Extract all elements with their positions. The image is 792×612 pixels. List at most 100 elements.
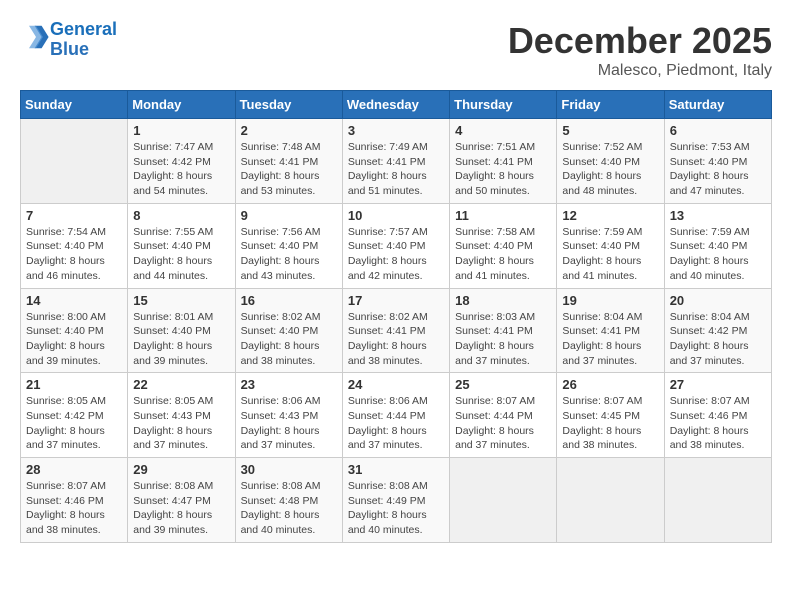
day-number: 11 bbox=[455, 208, 551, 223]
day-info: Sunrise: 7:59 AM Sunset: 4:40 PM Dayligh… bbox=[562, 225, 658, 284]
day-number: 31 bbox=[348, 462, 444, 477]
day-number: 20 bbox=[670, 293, 766, 308]
week-row-5: 28 Sunrise: 8:07 AM Sunset: 4:46 PM Dayli… bbox=[21, 458, 772, 543]
day-number: 17 bbox=[348, 293, 444, 308]
day-info: Sunrise: 7:48 AM Sunset: 4:41 PM Dayligh… bbox=[241, 140, 337, 199]
day-info: Sunrise: 7:57 AM Sunset: 4:40 PM Dayligh… bbox=[348, 225, 444, 284]
day-info: Sunrise: 8:06 AM Sunset: 4:43 PM Dayligh… bbox=[241, 394, 337, 453]
calendar-cell: 19Sunrise: 8:04 AM Sunset: 4:41 PM Dayli… bbox=[557, 288, 664, 373]
calendar-cell: 28 Sunrise: 8:07 AM Sunset: 4:46 PM Dayli… bbox=[21, 458, 128, 543]
title-block: December 2025 Malesco, Piedmont, Italy bbox=[508, 20, 772, 80]
day-info: Sunrise: 7:56 AM Sunset: 4:40 PM Dayligh… bbox=[241, 225, 337, 284]
day-info: Sunrise: 8:02 AM Sunset: 4:41 PM Dayligh… bbox=[348, 310, 444, 369]
day-info: Sunrise: 8:08 AM Sunset: 4:49 PM Dayligh… bbox=[348, 479, 444, 538]
day-info: Sunrise: 7:52 AM Sunset: 4:40 PM Dayligh… bbox=[562, 140, 658, 199]
day-number: 9 bbox=[241, 208, 337, 223]
week-row-3: 14 Sunrise: 8:00 AM Sunset: 4:40 PM Dayli… bbox=[21, 288, 772, 373]
logo-icon bbox=[22, 23, 50, 51]
calendar-cell: 5Sunrise: 7:52 AM Sunset: 4:40 PM Daylig… bbox=[557, 119, 664, 204]
day-info: Sunrise: 7:59 AM Sunset: 4:40 PM Dayligh… bbox=[670, 225, 766, 284]
day-number: 8 bbox=[133, 208, 229, 223]
calendar-cell: 14 Sunrise: 8:00 AM Sunset: 4:40 PM Dayli… bbox=[21, 288, 128, 373]
calendar-cell: 4Sunrise: 7:51 AM Sunset: 4:41 PM Daylig… bbox=[450, 119, 557, 204]
calendar-cell: 12Sunrise: 7:59 AM Sunset: 4:40 PM Dayli… bbox=[557, 203, 664, 288]
weekday-header-thursday: Thursday bbox=[450, 91, 557, 119]
day-number: 24 bbox=[348, 377, 444, 392]
day-info: Sunrise: 8:00 AM Sunset: 4:40 PM Dayligh… bbox=[26, 310, 122, 369]
month-title: December 2025 bbox=[508, 20, 772, 62]
day-number: 22 bbox=[133, 377, 229, 392]
day-number: 6 bbox=[670, 123, 766, 138]
calendar-cell: 8 Sunrise: 7:55 AM Sunset: 4:40 PM Daylig… bbox=[128, 203, 235, 288]
day-number: 1 bbox=[133, 123, 229, 138]
day-info: Sunrise: 7:47 AM Sunset: 4:42 PM Dayligh… bbox=[133, 140, 229, 199]
calendar-cell: 21 Sunrise: 8:05 AM Sunset: 4:42 PM Dayli… bbox=[21, 373, 128, 458]
weekday-header-monday: Monday bbox=[128, 91, 235, 119]
day-number: 26 bbox=[562, 377, 658, 392]
calendar-cell: 10Sunrise: 7:57 AM Sunset: 4:40 PM Dayli… bbox=[342, 203, 449, 288]
day-info: Sunrise: 7:54 AM Sunset: 4:40 PM Dayligh… bbox=[26, 225, 122, 284]
day-info: Sunrise: 8:02 AM Sunset: 4:40 PM Dayligh… bbox=[241, 310, 337, 369]
day-info: Sunrise: 8:03 AM Sunset: 4:41 PM Dayligh… bbox=[455, 310, 551, 369]
calendar-cell: 16 Sunrise: 8:02 AM Sunset: 4:40 PM Dayli… bbox=[235, 288, 342, 373]
weekday-header-wednesday: Wednesday bbox=[342, 91, 449, 119]
calendar-cell: 11 Sunrise: 7:58 AM Sunset: 4:40 PM Dayli… bbox=[450, 203, 557, 288]
day-number: 7 bbox=[26, 208, 122, 223]
week-row-4: 21 Sunrise: 8:05 AM Sunset: 4:42 PM Dayli… bbox=[21, 373, 772, 458]
calendar-cell: 31 Sunrise: 8:08 AM Sunset: 4:49 PM Dayli… bbox=[342, 458, 449, 543]
day-info: Sunrise: 7:55 AM Sunset: 4:40 PM Dayligh… bbox=[133, 225, 229, 284]
calendar-cell: 1 Sunrise: 7:47 AM Sunset: 4:42 PM Daylig… bbox=[128, 119, 235, 204]
day-number: 25 bbox=[455, 377, 551, 392]
calendar-cell: 29 Sunrise: 8:08 AM Sunset: 4:47 PM Dayli… bbox=[128, 458, 235, 543]
location: Malesco, Piedmont, Italy bbox=[508, 62, 772, 80]
logo: General Blue bbox=[20, 20, 117, 60]
day-number: 28 bbox=[26, 462, 122, 477]
day-number: 18 bbox=[455, 293, 551, 308]
day-number: 19 bbox=[562, 293, 658, 308]
week-row-2: 7 Sunrise: 7:54 AM Sunset: 4:40 PM Daylig… bbox=[21, 203, 772, 288]
logo-text: General Blue bbox=[50, 20, 117, 60]
day-info: Sunrise: 8:07 AM Sunset: 4:44 PM Dayligh… bbox=[455, 394, 551, 453]
day-number: 29 bbox=[133, 462, 229, 477]
day-info: Sunrise: 7:58 AM Sunset: 4:40 PM Dayligh… bbox=[455, 225, 551, 284]
weekday-header-tuesday: Tuesday bbox=[235, 91, 342, 119]
day-info: Sunrise: 8:05 AM Sunset: 4:43 PM Dayligh… bbox=[133, 394, 229, 453]
calendar-cell: 30 Sunrise: 8:08 AM Sunset: 4:48 PM Dayli… bbox=[235, 458, 342, 543]
weekday-header-friday: Friday bbox=[557, 91, 664, 119]
day-number: 15 bbox=[133, 293, 229, 308]
weekday-header-sunday: Sunday bbox=[21, 91, 128, 119]
calendar-cell bbox=[664, 458, 771, 543]
calendar-cell: 6 Sunrise: 7:53 AM Sunset: 4:40 PM Daylig… bbox=[664, 119, 771, 204]
day-info: Sunrise: 8:06 AM Sunset: 4:44 PM Dayligh… bbox=[348, 394, 444, 453]
day-info: Sunrise: 8:05 AM Sunset: 4:42 PM Dayligh… bbox=[26, 394, 122, 453]
day-number: 14 bbox=[26, 293, 122, 308]
day-info: Sunrise: 8:08 AM Sunset: 4:47 PM Dayligh… bbox=[133, 479, 229, 538]
day-number: 27 bbox=[670, 377, 766, 392]
calendar-cell: 13Sunrise: 7:59 AM Sunset: 4:40 PM Dayli… bbox=[664, 203, 771, 288]
day-number: 4 bbox=[455, 123, 551, 138]
day-number: 21 bbox=[26, 377, 122, 392]
calendar-cell: 25 Sunrise: 8:07 AM Sunset: 4:44 PM Dayli… bbox=[450, 373, 557, 458]
day-info: Sunrise: 8:01 AM Sunset: 4:40 PM Dayligh… bbox=[133, 310, 229, 369]
day-info: Sunrise: 8:04 AM Sunset: 4:42 PM Dayligh… bbox=[670, 310, 766, 369]
day-number: 30 bbox=[241, 462, 337, 477]
week-row-1: 1 Sunrise: 7:47 AM Sunset: 4:42 PM Daylig… bbox=[21, 119, 772, 204]
day-info: Sunrise: 8:07 AM Sunset: 4:46 PM Dayligh… bbox=[26, 479, 122, 538]
calendar-cell: 24 Sunrise: 8:06 AM Sunset: 4:44 PM Dayli… bbox=[342, 373, 449, 458]
day-info: Sunrise: 8:08 AM Sunset: 4:48 PM Dayligh… bbox=[241, 479, 337, 538]
calendar-cell: 17 Sunrise: 8:02 AM Sunset: 4:41 PM Dayli… bbox=[342, 288, 449, 373]
calendar-cell: 27Sunrise: 8:07 AM Sunset: 4:46 PM Dayli… bbox=[664, 373, 771, 458]
day-number: 16 bbox=[241, 293, 337, 308]
calendar-cell bbox=[450, 458, 557, 543]
calendar-cell bbox=[557, 458, 664, 543]
day-info: Sunrise: 7:53 AM Sunset: 4:40 PM Dayligh… bbox=[670, 140, 766, 199]
calendar-cell: 23Sunrise: 8:06 AM Sunset: 4:43 PM Dayli… bbox=[235, 373, 342, 458]
calendar-cell: 22 Sunrise: 8:05 AM Sunset: 4:43 PM Dayli… bbox=[128, 373, 235, 458]
page-header: General Blue December 2025 Malesco, Pied… bbox=[20, 20, 772, 80]
calendar-cell: 9 Sunrise: 7:56 AM Sunset: 4:40 PM Daylig… bbox=[235, 203, 342, 288]
calendar-cell bbox=[21, 119, 128, 204]
calendar-table: SundayMondayTuesdayWednesdayThursdayFrid… bbox=[20, 90, 772, 543]
weekday-header-saturday: Saturday bbox=[664, 91, 771, 119]
calendar-cell: 2Sunrise: 7:48 AM Sunset: 4:41 PM Daylig… bbox=[235, 119, 342, 204]
day-number: 3 bbox=[348, 123, 444, 138]
